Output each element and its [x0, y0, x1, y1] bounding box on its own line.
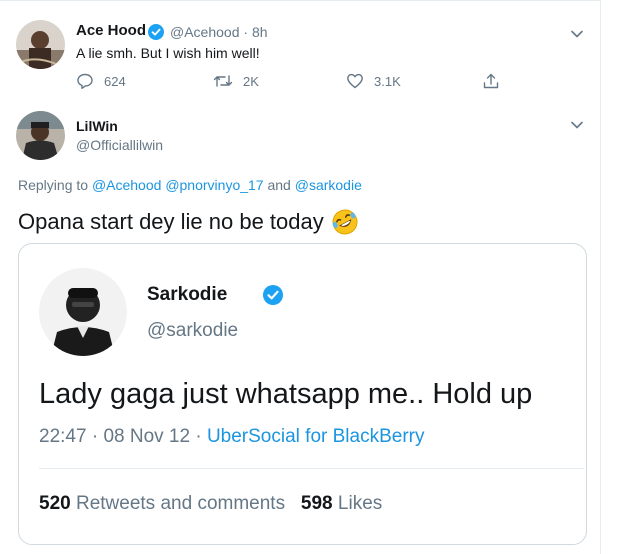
replying-prefix: Replying to — [18, 177, 89, 193]
tweet1-handle[interactable]: @Acehood · 8h — [170, 24, 268, 40]
quoted-meta: 22:47 · 08 Nov 12 · UberSocial for Black… — [39, 426, 424, 448]
reply-button[interactable]: 624 — [76, 72, 126, 90]
quoted-source: UberSocial for BlackBerry — [206, 426, 425, 447]
tweet1-author-name[interactable]: Ace Hood — [76, 22, 146, 39]
tweet1-time[interactable]: 8h — [252, 24, 268, 40]
tweet2-body: Opana start dey lie no be today — [18, 207, 360, 237]
verified-badge-icon — [263, 285, 283, 305]
tweet1-separator: · — [243, 24, 249, 40]
right-border — [600, 0, 601, 554]
mention-link[interactable]: @sarkodie — [295, 177, 362, 193]
tweet2-handle[interactable]: @Officiallilwin — [76, 137, 163, 153]
quoted-date: 08 Nov 12 — [103, 426, 191, 447]
divider — [39, 468, 584, 469]
mention-link[interactable]: @Acehood — [92, 177, 161, 193]
likes-label: Likes — [337, 493, 383, 514]
quoted-text: Lady gaga just whatsapp me.. Hold up — [39, 378, 533, 410]
quoted-stats: 520 Retweets and comments 598 Likes — [39, 493, 382, 515]
tweet1-handle-text[interactable]: @Acehood — [170, 24, 239, 40]
retweet-button[interactable]: 2K — [213, 72, 259, 90]
reply-icon — [76, 72, 94, 90]
share-icon — [482, 72, 500, 90]
retweets-label: Retweets and comments — [75, 493, 286, 514]
chevron-down-icon[interactable] — [570, 27, 584, 41]
verified-badge-icon — [148, 24, 164, 40]
share-button[interactable] — [482, 72, 500, 90]
retweet-icon — [213, 72, 233, 90]
avatar-lilwin[interactable] — [16, 111, 65, 160]
replying-to-line: Replying to @Acehood @pnorvinyo_17 and @… — [18, 177, 362, 193]
tweet2-author-name[interactable]: LilWin — [76, 118, 118, 134]
retweets-count: 520 — [39, 493, 71, 514]
mention-link[interactable]: @pnorvinyo_17 — [165, 177, 263, 193]
tweet2-text: Opana start dey lie no be today — [18, 209, 324, 234]
rolling-laughing-emoji — [330, 207, 360, 237]
like-button[interactable]: 3.1K — [346, 72, 401, 90]
like-icon — [346, 72, 364, 90]
meta-dot: · — [91, 426, 99, 447]
quoted-time: 22:47 — [39, 426, 87, 447]
reply-count: 624 — [104, 73, 126, 89]
tweet1-text: A lie smh. But I wish him well! — [76, 45, 260, 61]
retweet-count: 2K — [243, 73, 259, 89]
like-count: 3.1K — [374, 73, 401, 89]
avatar-sarkodie — [39, 268, 127, 356]
quoted-handle: @sarkodie — [147, 320, 239, 341]
quoted-tweet-card[interactable]: Sarkodie @sarkodie Lady gaga just whatsa… — [18, 243, 587, 545]
and-word: and — [267, 177, 291, 193]
quoted-author-name: Sarkodie — [147, 284, 228, 305]
top-border — [0, 0, 600, 1]
avatar-acehood[interactable] — [16, 20, 65, 69]
chevron-down-icon[interactable] — [570, 118, 584, 132]
meta-dot: · — [195, 426, 202, 447]
likes-count: 598 — [300, 493, 333, 514]
